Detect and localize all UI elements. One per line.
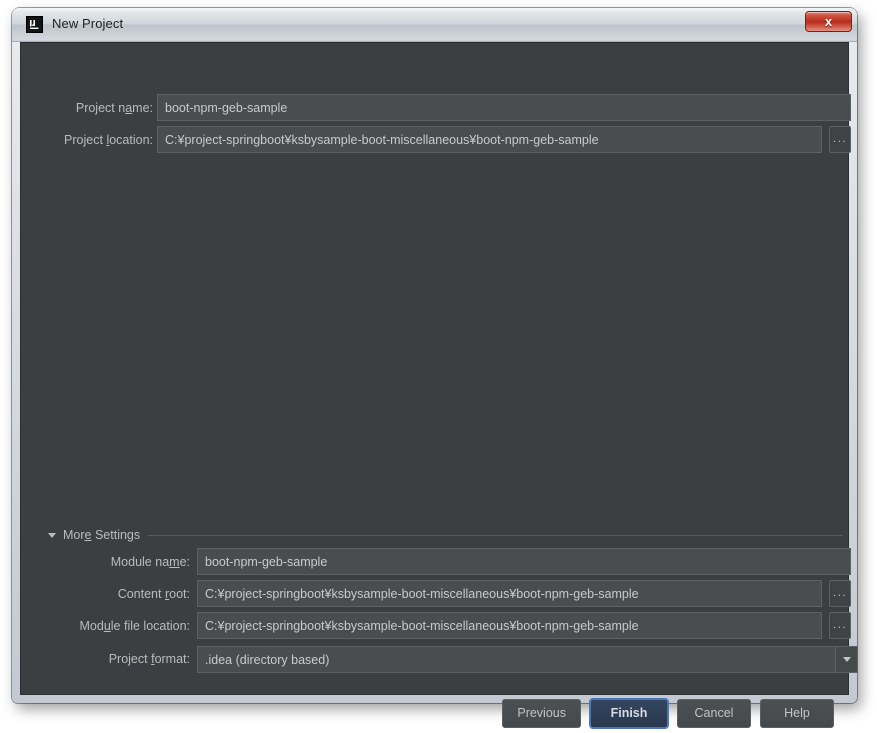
new-project-dialog-window: New Project x Project name: boot-npm-geb… [12,8,858,728]
section-separator [148,534,843,536]
module-name-label: Module name: [110,555,190,569]
content-root-browse-button[interactable]: ... [829,580,851,607]
ellipsis-icon: ... [832,130,848,145]
module-file-location-value: C:¥project-springboot¥ksbysample-boot-mi… [205,618,639,633]
project-format-value: .idea (directory based) [205,652,330,667]
project-location-value: C:¥project-springboot¥ksbysample-boot-mi… [165,132,599,147]
chevron-down-icon [842,657,851,662]
content-root-label: Content root: [117,587,190,601]
title-bar[interactable]: New Project x [12,8,857,42]
module-file-location-label: Module file location: [79,619,191,633]
module-file-location-input[interactable]: C:¥project-springboot¥ksbysample-boot-mi… [197,612,822,639]
project-name-input[interactable]: boot-npm-geb-sample [157,94,851,121]
project-location-browse-button[interactable]: ... [829,126,851,153]
project-format-label: Project format: [108,652,190,666]
more-settings-label: More Settings [63,528,141,542]
dialog-button-bar: Previous Finish Cancel Help [21,693,850,733]
finish-button[interactable]: Finish [590,698,668,728]
module-name-input[interactable]: boot-npm-geb-sample [197,548,851,575]
ellipsis-icon: ... [832,616,848,631]
project-format-dropdown-button[interactable] [835,647,857,672]
project-name-label: Project name: [75,101,153,115]
close-icon: x [824,14,833,29]
dialog-content: Project name: boot-npm-geb-sample Projec… [20,42,858,728]
ellipsis-icon: ... [832,584,848,599]
help-button[interactable]: Help [760,698,834,728]
content-root-value: C:¥project-springboot¥ksbysample-boot-mi… [205,586,639,601]
project-location-input[interactable]: C:¥project-springboot¥ksbysample-boot-mi… [157,126,822,153]
intellij-idea-icon [26,16,43,33]
close-button[interactable]: x [805,11,852,32]
module-name-value: boot-npm-geb-sample [205,554,328,569]
previous-button[interactable]: Previous [502,698,581,728]
content-root-input[interactable]: C:¥project-springboot¥ksbysample-boot-mi… [197,580,822,607]
more-settings-toggle[interactable]: More Settings [48,527,843,543]
project-format-select[interactable]: .idea (directory based) [197,646,858,673]
project-location-label: Project location: [64,133,153,147]
project-name-value: boot-npm-geb-sample [165,100,288,115]
window-title: New Project [52,16,124,31]
chevron-down-icon [48,532,56,538]
cancel-button[interactable]: Cancel [677,698,751,728]
module-file-location-browse-button[interactable]: ... [829,612,851,639]
